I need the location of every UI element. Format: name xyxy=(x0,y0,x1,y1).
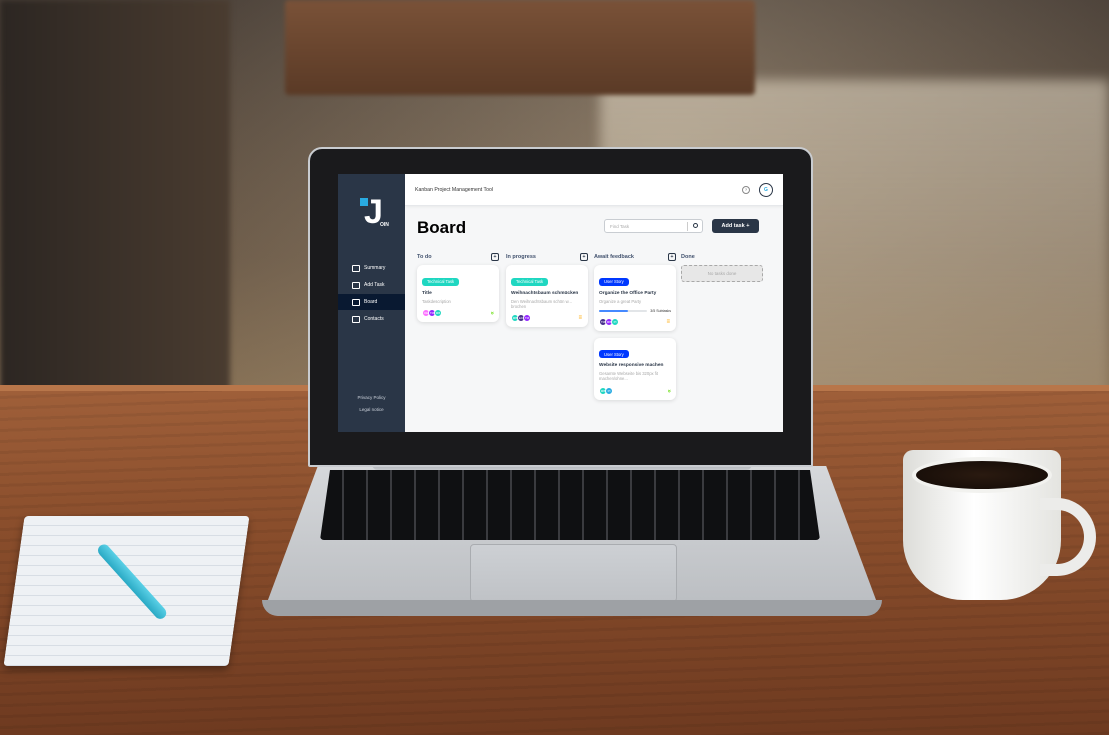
search-icon[interactable] xyxy=(693,223,698,228)
subtask-count: 3/5 Subtasks xyxy=(650,308,671,313)
background-table xyxy=(285,0,755,95)
category-badge: User Story xyxy=(599,277,629,286)
category-badge: Technical Task xyxy=(422,277,460,286)
avatar: PI xyxy=(605,386,613,395)
column-await-feedback: Await feedback + User Story Organize the… xyxy=(594,252,676,407)
laptop-base-lip xyxy=(262,600,882,616)
laptop-trackpad xyxy=(470,544,677,602)
sidebar-item-board[interactable]: Board xyxy=(338,294,405,310)
task-card[interactable]: User Story Organize the Office Party Org… xyxy=(594,265,676,331)
task-card[interactable]: Technical Task Weihnachtsbaum schmücken … xyxy=(506,265,588,327)
empty-column-placeholder: No tasks done xyxy=(681,265,763,282)
assignee-list: OE TM MB xyxy=(422,308,494,317)
category-badge: Technical Task xyxy=(511,277,549,286)
priority-medium-icon: ≡ xyxy=(666,318,670,325)
page-title: Board xyxy=(417,218,467,237)
sidebar-item-label: Contacts xyxy=(364,316,384,322)
sidebar-nav: Summary Add Task Board Contacts xyxy=(338,260,405,328)
priority-low-icon: » xyxy=(665,388,672,393)
search-input[interactable]: Find Task xyxy=(604,219,703,233)
sidebar-footer: Privacy Policy Legal notice xyxy=(338,392,405,416)
avatar: TM xyxy=(523,313,531,322)
avatar: PI xyxy=(611,317,619,326)
privacy-policy-link[interactable]: Privacy Policy xyxy=(338,392,405,404)
column-done: Done No tasks done xyxy=(681,252,763,282)
add-to-column-icon[interactable]: + xyxy=(668,253,676,261)
notepad xyxy=(3,516,250,666)
user-avatar[interactable]: G xyxy=(759,182,773,197)
task-description: Gesamte Webseite bis 320px fit machen/oh… xyxy=(599,371,659,382)
task-description: Organize a great Party xyxy=(599,298,642,304)
progress-fill xyxy=(599,309,628,312)
column-title: Await feedback xyxy=(594,254,634,260)
add-task-button[interactable]: Add task + xyxy=(712,219,759,233)
category-badge: User Story xyxy=(599,350,629,359)
progress-bar xyxy=(599,309,648,312)
task-card[interactable]: Technical Task Title Taskdescription OE … xyxy=(417,265,499,322)
sidebar-item-add-task[interactable]: Add Task xyxy=(338,277,405,293)
main-content: Kanban Project Management Tool ? G Board… xyxy=(405,174,783,432)
legal-notice-link[interactable]: Legal notice xyxy=(338,404,405,416)
join-logo[interactable]: J OIN xyxy=(358,194,389,232)
sidebar-item-label: Board xyxy=(364,299,378,305)
contacts-icon xyxy=(352,315,360,323)
sidebar: J OIN Summary Add Task Board Contacts Pr… xyxy=(338,174,405,432)
priority-low-icon: » xyxy=(488,311,495,315)
header-title: Kanban Project Management Tool xyxy=(415,186,494,193)
column-in-progress: In progress + Technical Task Weihnachtsb… xyxy=(506,252,588,334)
laptop-screen: J OIN Summary Add Task Board Contacts Pr… xyxy=(338,174,783,432)
column-title: To do xyxy=(417,254,432,260)
sidebar-item-contacts[interactable]: Contacts xyxy=(338,311,405,327)
avatar: MB xyxy=(434,308,442,317)
assignee-list: MB PI xyxy=(599,386,671,395)
coffee xyxy=(912,457,1052,493)
column-header: To do + xyxy=(417,252,499,262)
task-title: Weihnachtsbaum schmücken xyxy=(511,290,579,296)
help-icon[interactable]: ? xyxy=(742,185,750,194)
column-header: Done xyxy=(681,252,763,262)
board-icon xyxy=(352,298,360,306)
subtask-progress: 3/5 Subtasks xyxy=(599,309,671,313)
edit-icon xyxy=(352,281,360,289)
logo-suffix: OIN xyxy=(380,222,389,228)
task-title: Organize the Office Party xyxy=(599,290,657,296)
task-card[interactable]: User Story Website responsive machen Ges… xyxy=(594,337,676,400)
background-photo: J OIN Summary Add Task Board Contacts Pr… xyxy=(0,0,1109,735)
column-todo: To do + Technical Task Title Taskdescrip… xyxy=(417,252,499,329)
assignee-list: MB EC TM xyxy=(511,313,583,322)
sidebar-item-label: Summary xyxy=(364,265,386,271)
task-title: Title xyxy=(422,290,432,296)
column-header: In progress + xyxy=(506,252,588,262)
column-header: Await feedback + xyxy=(594,252,676,262)
task-description: Taskdescription xyxy=(422,298,451,304)
sidebar-item-summary[interactable]: Summary xyxy=(338,260,405,276)
add-to-column-icon[interactable]: + xyxy=(491,253,499,261)
column-title: Done xyxy=(681,254,695,260)
add-to-column-icon[interactable]: + xyxy=(580,253,588,261)
column-title: In progress xyxy=(506,254,536,260)
task-description: Den Weihnachtsbaum schön w... brochen xyxy=(511,298,572,309)
summary-icon xyxy=(352,264,360,272)
assignee-list: TM MB PI xyxy=(599,317,671,326)
priority-medium-icon: ≡ xyxy=(578,314,582,321)
search-divider xyxy=(687,222,688,231)
background-wall xyxy=(0,0,230,400)
search-placeholder: Find Task xyxy=(610,223,630,229)
task-title: Website responsive machen xyxy=(599,363,664,369)
laptop-keyboard xyxy=(320,470,820,540)
sidebar-item-label: Add Task xyxy=(364,282,385,288)
header: Kanban Project Management Tool ? G xyxy=(405,174,783,206)
